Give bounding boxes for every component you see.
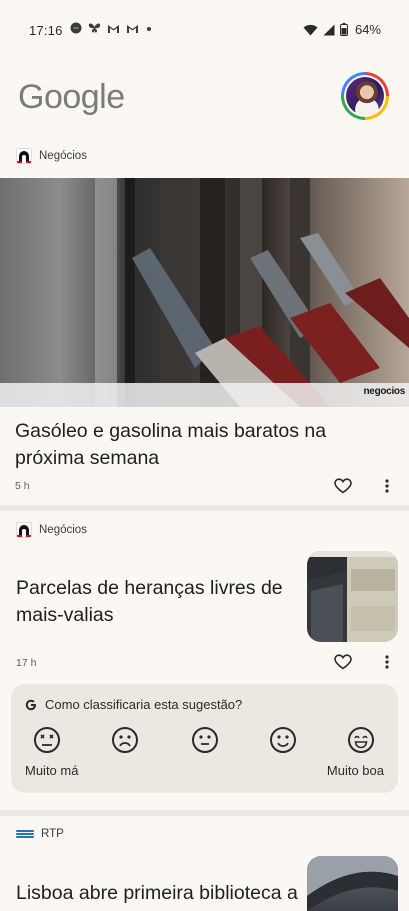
status-time: 17:16 [29, 23, 63, 38]
article-title[interactable]: Parcelas de heranças livres de mais-vali… [16, 575, 291, 629]
like-button[interactable] [331, 474, 355, 498]
rtp-logo-icon [16, 829, 34, 839]
dot-icon [147, 26, 151, 31]
negocios-logo-icon [16, 522, 32, 538]
card-source[interactable]: Negócios [16, 148, 87, 164]
rating-neutral-button[interactable] [189, 724, 221, 756]
card-divider [0, 810, 409, 816]
rating-low-label: Muito má [25, 763, 79, 778]
google-logo: Google [18, 78, 125, 116]
article-time: 5 h [15, 480, 30, 492]
status-bar: 17:16 64% [0, 0, 409, 58]
image-watermark: negocios [363, 386, 406, 397]
card-source[interactable]: Negócios [16, 522, 87, 538]
feedback-question-text: Como classificaria esta sugestão? [45, 697, 243, 712]
neutral-face-icon [192, 727, 218, 753]
more-options-button[interactable] [375, 474, 399, 498]
avatar-photo [346, 77, 384, 115]
discover-header: Google [0, 58, 409, 140]
battery-icon [339, 23, 348, 36]
source-name: RTP [41, 828, 64, 840]
messenger-icon [70, 22, 82, 34]
library-image [307, 856, 398, 911]
fuel-nozzles-image [0, 178, 409, 407]
rating-bad-button[interactable] [109, 724, 141, 756]
very-bad-face-icon [34, 727, 60, 753]
like-button[interactable] [331, 650, 355, 674]
article-hero-image[interactable]: negocios [0, 178, 409, 407]
gmail-icon [108, 24, 119, 33]
source-name: Negócios [39, 150, 87, 162]
article-thumbnail[interactable] [307, 856, 398, 911]
heart-icon [334, 654, 352, 670]
notification-icons [70, 22, 153, 34]
rating-very-bad-button[interactable] [31, 724, 63, 756]
building-image [307, 551, 398, 642]
card-divider [0, 505, 409, 511]
more-vert-icon [385, 655, 389, 669]
wifi-icon [303, 24, 318, 35]
account-avatar[interactable] [341, 72, 389, 120]
good-face-icon [270, 727, 296, 753]
article-title[interactable]: Gasóleo e gasolina mais baratos na próxi… [15, 418, 395, 472]
article-title[interactable]: Lisboa abre primeira biblioteca a [16, 880, 301, 907]
article-time: 17 h [16, 657, 37, 669]
signal-icon [323, 24, 335, 35]
heart-icon [334, 478, 352, 494]
google-g-icon [25, 699, 36, 710]
rating-good-button[interactable] [267, 724, 299, 756]
feedback-question: Como classificaria esta sugestão? [25, 697, 242, 712]
article-thumbnail[interactable] [307, 551, 398, 642]
very-good-face-icon [348, 727, 374, 753]
system-status: 64% [303, 22, 381, 37]
battery-percent: 64% [354, 22, 381, 37]
bad-face-icon [112, 727, 138, 753]
card-source[interactable]: RTP [16, 828, 64, 840]
butterfly-icon [88, 23, 101, 33]
more-options-button[interactable] [375, 650, 399, 674]
negocios-logo-icon [16, 148, 32, 164]
gmail-icon [127, 24, 138, 33]
source-name: Negócios [39, 524, 87, 536]
rating-high-label: Muito boa [326, 763, 384, 778]
feedback-card: Como classificaria esta sugestão? Muito … [11, 684, 398, 793]
more-vert-icon [385, 479, 389, 493]
rating-very-good-button[interactable] [345, 724, 377, 756]
